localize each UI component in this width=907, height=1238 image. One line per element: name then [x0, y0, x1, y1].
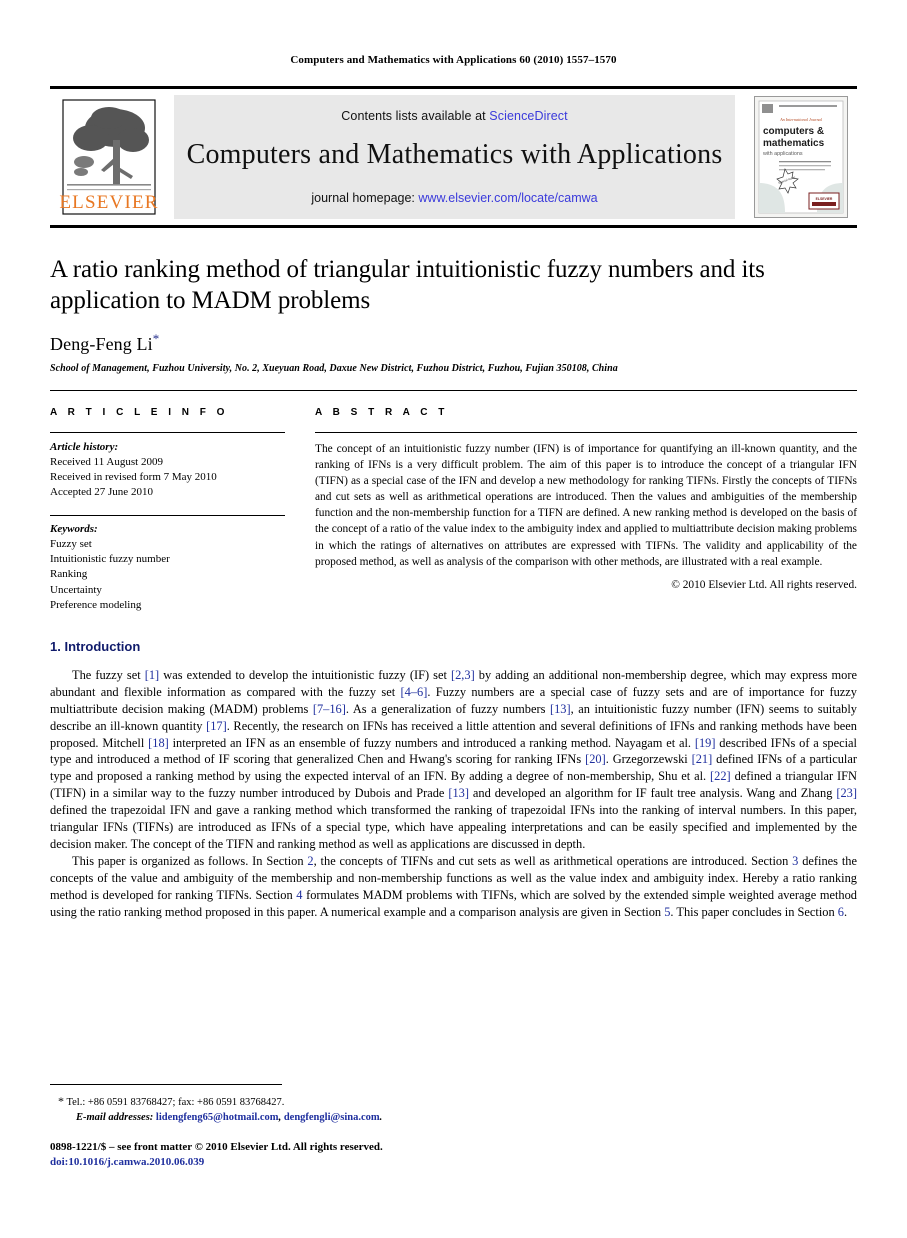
svg-text:computers &: computers & [763, 126, 824, 137]
journal-cover-cell: An International Journal computers & mat… [745, 93, 857, 221]
introduction-section: 1. Introduction The fuzzy set [1] was ex… [50, 639, 857, 921]
citation-link[interactable]: [13] [448, 786, 469, 800]
running-head: Computers and Mathematics with Applicati… [290, 54, 617, 66]
citation-link[interactable]: [2,3] [451, 668, 475, 682]
email-link-secondary[interactable]: dengfengli@sina.com [284, 1112, 380, 1123]
email-addresses-label: E-mail addresses: [76, 1112, 154, 1124]
citation-link[interactable]: [19] [695, 736, 716, 750]
keyword-item: Intuitionistic fuzzy number [50, 553, 170, 566]
article-info-rule [50, 431, 285, 433]
title-block: A ratio ranking method of triangular int… [50, 228, 857, 374]
journal-cover-thumbnail-icon: An International Journal computers & mat… [754, 96, 848, 218]
citation-link[interactable]: [22] [710, 769, 731, 783]
citation-link[interactable]: 5 [664, 905, 670, 919]
citation-link[interactable]: 6 [838, 905, 844, 919]
doi-link[interactable]: doi:10.1016/j.camwa.2010.06.039 [50, 1156, 857, 1168]
citation-link[interactable]: [1] [145, 668, 159, 682]
citation-link[interactable]: 2 [307, 854, 313, 868]
citation-link[interactable]: [17] [206, 719, 227, 733]
svg-text:ELSEVIER: ELSEVIER [816, 197, 833, 201]
citation-link[interactable]: [13] [550, 702, 571, 716]
journal-homepage-link[interactable]: www.elsevier.com/locate/camwa [418, 191, 597, 205]
footnote-area: * Tel.: +86 0591 83768427; fax: +86 0591… [50, 1083, 857, 1168]
footnote-tel-text: Tel.: +86 0591 83768427; fax: +86 0591 8… [66, 1096, 285, 1108]
author-line: Deng-Feng Li* [50, 331, 857, 355]
citation-link[interactable]: [20] [585, 752, 606, 766]
email-link-primary[interactable]: lidengfeng65@hotmail.com [156, 1112, 279, 1123]
citation-link[interactable]: [23] [836, 786, 857, 800]
svg-text:mathematics: mathematics [763, 138, 825, 149]
citation-link[interactable]: [7–16] [313, 702, 346, 716]
elsevier-logo-icon: ELSEVIER [57, 96, 161, 218]
journal-title: Computers and Mathematics with Applicati… [186, 139, 723, 170]
article-info-column: A R T I C L E I N F O Article history: R… [50, 407, 285, 613]
article-history-accepted: Accepted 27 June 2010 [50, 485, 153, 498]
section-heading-introduction: 1. Introduction [50, 638, 141, 654]
paper-page: Computers and Mathematics with Applicati… [0, 0, 907, 1238]
keyword-item: Ranking [50, 568, 88, 581]
imprint-line: 0898-1221/$ – see front matter © 2010 El… [50, 1141, 383, 1154]
abstract-heading: A B S T R A C T [315, 406, 449, 418]
article-history-received: Received 11 August 2009 [50, 455, 163, 468]
abstract-rule [315, 431, 857, 433]
footnote-star-marker: * [58, 1093, 64, 1108]
citation-link[interactable]: [18] [148, 736, 169, 750]
svg-text:ELSEVIER: ELSEVIER [59, 192, 158, 213]
keyword-item: Fuzzy set [50, 538, 92, 551]
svg-text:with applications: with applications [762, 151, 803, 157]
journal-homepage-line: journal homepage: www.elsevier.com/locat… [311, 191, 597, 205]
contents-available-line: Contents lists available at ScienceDirec… [341, 109, 567, 123]
abstract-text: The concept of an intuitionistic fuzzy n… [315, 442, 857, 568]
footnote-tel-line: * Tel.: +86 0591 83768427; fax: +86 0591… [50, 1092, 857, 1111]
info-abstract-row: A R T I C L E I N F O Article history: R… [50, 389, 857, 613]
keywords-rule [50, 515, 285, 517]
article-history-label: Article history: [50, 440, 119, 453]
svg-text:An International Journal: An International Journal [779, 117, 823, 122]
abstract-copyright: © 2010 Elsevier Ltd. All rights reserved… [671, 579, 857, 591]
keyword-item: Preference modeling [50, 598, 142, 611]
keyword-item: Uncertainty [50, 583, 102, 596]
abstract-column: A B S T R A C T The concept of an intuit… [315, 407, 857, 613]
author-name: Deng-Feng Li [50, 333, 153, 354]
journal-banner: Contents lists available at ScienceDirec… [174, 95, 735, 219]
footnote-email-line: E-mail addresses: lidengfeng65@hotmail.c… [50, 1110, 857, 1126]
elsevier-logo-cell: ELSEVIER [50, 93, 168, 221]
keywords-label: Keywords: [50, 523, 98, 536]
introduction-paragraph-1: The fuzzy set [1] was extended to develo… [50, 667, 858, 852]
article-info-heading: A R T I C L E I N F O [50, 406, 229, 418]
citation-link[interactable]: 4 [296, 888, 302, 902]
journal-masthead: ELSEVIER Contents lists available at Sci… [50, 86, 857, 228]
affiliation: School of Management, Fuzhou University,… [50, 362, 618, 374]
citation-link[interactable]: 3 [792, 854, 798, 868]
sciencedirect-link[interactable]: ScienceDirect [489, 109, 567, 123]
introduction-paragraph-2: This paper is organized as follows. In S… [50, 854, 857, 919]
article-history-revised: Received in revised form 7 May 2010 [50, 470, 217, 483]
citation-link[interactable]: [21] [692, 752, 713, 766]
email-period: . [379, 1112, 383, 1124]
author-footnote-marker[interactable]: * [153, 331, 160, 346]
homepage-prefix-text: journal homepage: [311, 191, 419, 205]
page-title: A ratio ranking method of triangular int… [50, 256, 765, 315]
citation-link[interactable]: [4–6] [400, 685, 427, 699]
footnote-rule [50, 1083, 282, 1085]
contents-prefix-text: Contents lists available at [341, 109, 490, 123]
